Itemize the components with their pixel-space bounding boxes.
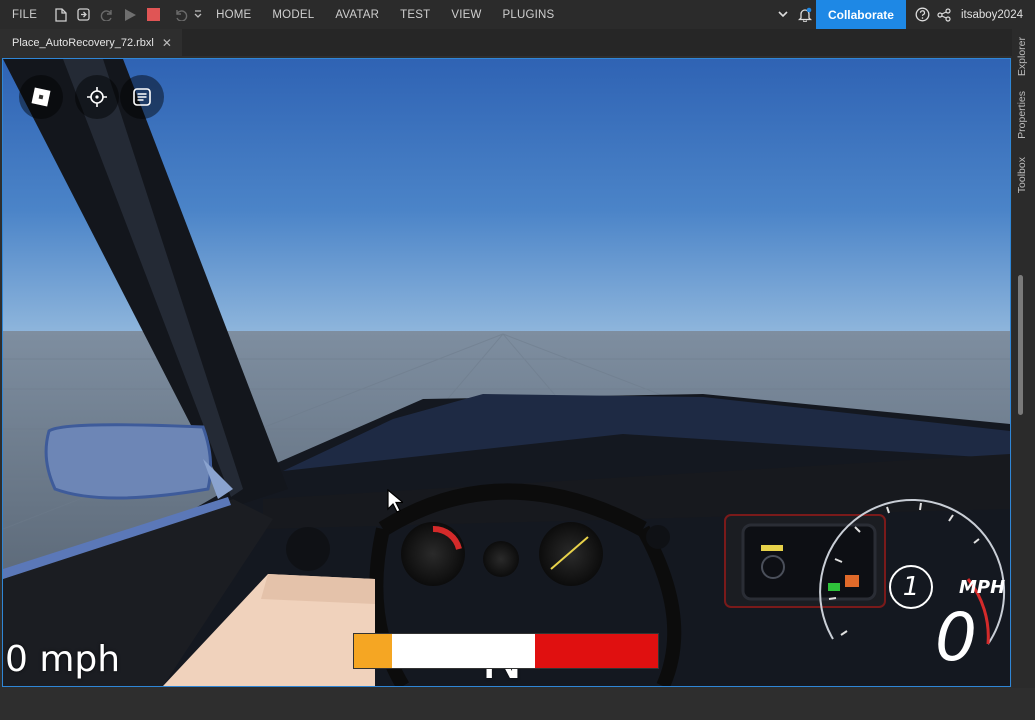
chat-button[interactable] <box>120 75 164 119</box>
chat-icon <box>132 87 152 107</box>
bottom-status-area <box>0 688 1035 720</box>
throttle-bar-orange-segment <box>354 634 392 668</box>
throttle-bar-red-segment <box>535 634 658 668</box>
chevron-down-icon[interactable] <box>778 11 788 18</box>
username[interactable]: itsaboy2024 <box>961 9 1023 21</box>
tab-properties[interactable]: Properties <box>1016 91 1028 139</box>
menu-view[interactable]: VIEW <box>451 9 481 21</box>
stop-icon[interactable] <box>147 8 161 21</box>
tab-place-file[interactable]: Place_AutoRecovery_72.rbxl ✕ <box>0 29 182 56</box>
move-target-icon <box>86 86 108 108</box>
speedometer-value: 0 <box>935 599 977 676</box>
scene-render <box>3 59 1010 686</box>
throttle-bar <box>353 633 659 669</box>
collaborate-button[interactable]: Collaborate <box>815 0 906 29</box>
roblox-menu-button[interactable] <box>19 75 63 119</box>
top-menu-bar: FILE HOME MODEL AVATAR TEST VIEW PLUGINS… <box>0 0 1035 29</box>
tab-title: Place_AutoRecovery_72.rbxl <box>12 36 154 49</box>
play-icon[interactable] <box>124 8 137 22</box>
menu-test[interactable]: TEST <box>400 9 430 21</box>
speedometer-unit: MPH <box>959 577 1006 598</box>
tab-explorer[interactable]: Explorer <box>1016 37 1028 76</box>
header-right-group: Collaborate itsaboy2024 <box>778 0 1035 29</box>
notification-bell-icon[interactable] <box>797 7 812 22</box>
throttle-bar-white-segment <box>392 634 535 668</box>
menu-avatar[interactable]: AVATAR <box>335 9 379 21</box>
redo-icon[interactable] <box>100 9 114 21</box>
menu-home[interactable]: HOME <box>216 9 251 21</box>
roblox-logo-icon <box>30 86 52 108</box>
right-dock: Explorer Properties Toolbox <box>1012 29 1035 720</box>
tab-toolbox[interactable]: Toolbox <box>1016 157 1028 193</box>
menu-plugins[interactable]: PLUGINS <box>503 9 555 21</box>
close-icon[interactable]: ✕ <box>162 36 172 50</box>
selection-mode-button[interactable] <box>75 75 119 119</box>
file-icon[interactable] <box>55 7 67 22</box>
menu-file[interactable]: FILE <box>12 9 37 21</box>
dock-scrollbar[interactable] <box>1018 275 1023 415</box>
undo-icon[interactable] <box>174 9 188 21</box>
publish-icon[interactable] <box>77 8 90 21</box>
speedometer-gear: 1 <box>889 565 933 609</box>
help-icon[interactable] <box>915 7 930 22</box>
menu-model[interactable]: MODEL <box>272 9 314 21</box>
overflow-chevron-icon[interactable] <box>194 9 202 20</box>
share-icon[interactable] <box>937 7 951 22</box>
speed-readout: 0 mph <box>5 639 121 680</box>
mouse-cursor-icon <box>387 489 403 513</box>
document-tab-bar: Place_AutoRecovery_72.rbxl ✕ <box>0 29 1035 56</box>
game-viewport[interactable]: N 0 mph MPH 0 1 <box>2 58 1011 687</box>
